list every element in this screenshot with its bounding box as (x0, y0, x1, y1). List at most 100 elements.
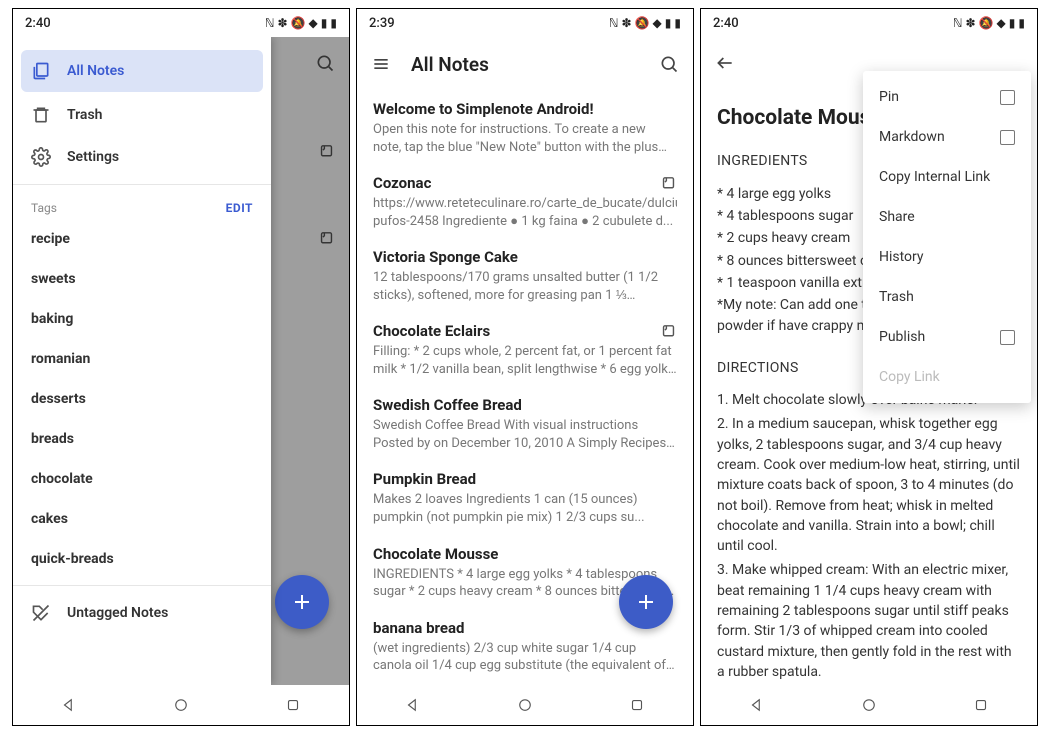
toolbar-title: All Notes (411, 53, 639, 76)
status-icons: ℕ ✽ 🔕 ◆ ▮ ▮ (609, 16, 681, 30)
note-title: Victoria Sponge Cake (373, 248, 677, 266)
dnd-icon: 🔕 (291, 16, 306, 30)
drawer-untagged[interactable]: Untagged Notes (13, 592, 271, 634)
menu-history-label: History (879, 249, 924, 265)
menu-trash[interactable]: Trash (863, 277, 1031, 317)
signal-icon: ▮ (1009, 16, 1016, 30)
status-bar: 2:39 ℕ ✽ 🔕 ◆ ▮ ▮ (357, 9, 693, 37)
wifi-icon: ◆ (653, 16, 662, 30)
toolbar: All Notes (357, 37, 693, 91)
dnd-icon: 🔕 (635, 16, 650, 30)
tags-edit-button[interactable]: EDIT (226, 201, 253, 215)
tag-item[interactable]: sweets (13, 259, 271, 299)
publish-checkbox[interactable] (1000, 330, 1015, 345)
note-list-item[interactable]: Peanut "fudge" (with 3 ingredients)Three… (357, 684, 693, 685)
tag-item[interactable]: chocolate (13, 459, 271, 499)
nav-recents-icon[interactable] (284, 696, 302, 714)
menu-copy-link: Copy Link (863, 357, 1031, 397)
status-bar: 2:40 ℕ ✽ 🔕 ◆ ▮ ▮ (701, 9, 1037, 37)
nav-home-icon[interactable] (172, 696, 190, 714)
nav-back-icon[interactable] (404, 696, 422, 714)
menu-publish[interactable]: Publish (863, 317, 1031, 357)
tag-item[interactable]: recipe (13, 219, 271, 259)
signal-icon: ▮ (321, 16, 328, 30)
screen-note-detail: 2:40 ℕ ✽ 🔕 ◆ ▮ ▮ Chocolate Mousse INGRED… (700, 8, 1038, 726)
fab-new-note[interactable] (275, 575, 329, 629)
back-arrow-icon[interactable] (715, 53, 735, 73)
nav-recents-icon[interactable] (972, 696, 990, 714)
android-nav-bar (13, 685, 349, 725)
menu-markdown[interactable]: Markdown (863, 117, 1031, 157)
note-snippet: https://www.reteteculinare.ro/carte_de_b… (373, 195, 677, 230)
hamburger-icon[interactable] (371, 54, 391, 74)
note-title: Chocolate Eclairs (373, 322, 677, 340)
wifi-icon: ◆ (309, 16, 318, 30)
dnd-icon: 🔕 (979, 16, 994, 30)
search-icon[interactable] (659, 54, 679, 74)
drawer-settings[interactable]: Settings (13, 136, 271, 178)
divider (13, 184, 271, 185)
tag-item[interactable]: breads (13, 419, 271, 459)
bluetooth-icon: ✽ (966, 16, 976, 30)
note-list-item[interactable]: Welcome to Simplenote Android! Open this … (357, 91, 693, 165)
tag-item[interactable]: baking (13, 299, 271, 339)
note-list-item[interactable]: Victoria Sponge Cake 12 tablespoons/170 g… (357, 239, 693, 313)
screen-notes-list: 2:39 ℕ ✽ 🔕 ◆ ▮ ▮ All Notes Welcome to Si… (356, 8, 694, 726)
tag-item[interactable]: romanian (13, 339, 271, 379)
android-nav-bar (701, 685, 1037, 725)
markdown-checkbox[interactable] (1000, 130, 1015, 145)
drawer-trash-label: Trash (67, 107, 102, 123)
fab-new-note[interactable] (619, 575, 673, 629)
note-snippet: 12 tablespoons/170 grams unsalted butter… (373, 269, 677, 304)
nav-back-icon[interactable] (748, 696, 766, 714)
bluetooth-icon: ✽ (622, 16, 632, 30)
note-title: Welcome to Simplenote Android! (373, 100, 677, 118)
menu-pin[interactable]: Pin (863, 77, 1031, 117)
tag-item[interactable]: cakes (13, 499, 271, 539)
note-list-item[interactable]: Cozonac https://www.reteteculinare.ro/car… (357, 165, 693, 239)
menu-copy-internal-label: Copy Internal Link (879, 169, 990, 185)
nav-home-icon[interactable] (860, 696, 878, 714)
navigation-drawer: All Notes Trash Settings Tags EDIT recip… (13, 37, 271, 685)
note-snippet: Swedish Coffee Bread With visual instruc… (373, 417, 677, 452)
battery-icon: ▮ (674, 16, 681, 30)
tag-item[interactable]: quick-breads (13, 539, 271, 579)
divider (13, 585, 271, 586)
menu-copy-link-label: Copy Link (879, 369, 940, 385)
menu-trash-label: Trash (879, 289, 914, 305)
note-list-item[interactable]: Chocolate Eclairs Filling: * 2 cups whole… (357, 313, 693, 387)
nav-recents-icon[interactable] (628, 696, 646, 714)
drawer-untagged-label: Untagged Notes (67, 605, 168, 621)
nfc-icon: ℕ (265, 16, 275, 30)
battery-icon: ▮ (330, 16, 337, 30)
pin-checkbox[interactable] (1000, 90, 1015, 105)
note-snippet: Open this note for instructions. To crea… (373, 121, 677, 156)
pin-icon (660, 175, 677, 192)
menu-publish-label: Publish (879, 329, 925, 345)
notes-icon (31, 61, 51, 81)
drawer-trash[interactable]: Trash (13, 94, 271, 136)
status-time: 2:39 (369, 16, 395, 31)
status-icons: ℕ ✽ 🔕 ◆ ▮ ▮ (265, 16, 337, 30)
drawer-settings-label: Settings (67, 149, 119, 165)
direction-line: 2. In a medium saucepan, whisk together … (717, 414, 1021, 556)
nav-back-icon[interactable] (60, 696, 78, 714)
note-snippet: Makes 2 loaves Ingredients 1 can (15 oun… (373, 491, 677, 526)
tag-item[interactable]: desserts (13, 379, 271, 419)
tags-header-label: Tags (31, 201, 57, 215)
nav-home-icon[interactable] (516, 696, 534, 714)
note-title: Swedish Coffee Bread (373, 396, 677, 414)
drawer-all-notes[interactable]: All Notes (21, 50, 263, 92)
note-snippet: Filling: * 2 cups whole, 2 percent fat, … (373, 343, 677, 378)
menu-share[interactable]: Share (863, 197, 1031, 237)
menu-history[interactable]: History (863, 237, 1031, 277)
wifi-icon: ◆ (997, 16, 1006, 30)
screen-drawer: 2:40 ℕ ✽ 🔕 ◆ ▮ ▮ ote, tap the ch your no… (12, 8, 350, 726)
note-list-item[interactable]: Pumpkin BreadMakes 2 loaves Ingredients … (357, 461, 693, 535)
menu-copy-internal[interactable]: Copy Internal Link (863, 157, 1031, 197)
note-title: Cozonac (373, 174, 677, 192)
note-list-item[interactable]: Swedish Coffee Bread Swedish Coffee Bread… (357, 387, 693, 461)
nfc-icon: ℕ (609, 16, 619, 30)
signal-icon: ▮ (665, 16, 672, 30)
bluetooth-icon: ✽ (278, 16, 288, 30)
